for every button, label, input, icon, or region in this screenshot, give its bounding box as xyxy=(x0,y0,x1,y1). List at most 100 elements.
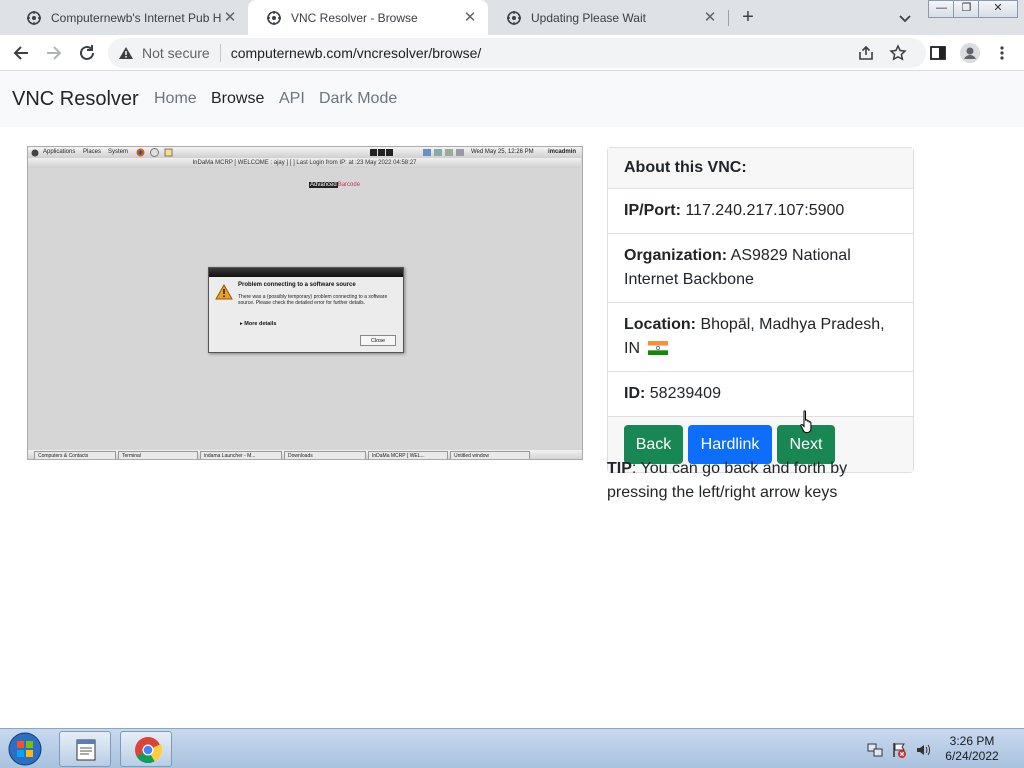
tab-vnc-resolver[interactable]: VNC Resolver - Browse ✕ xyxy=(248,0,488,35)
guest-top-panel: Applications Places System Wed May 25, 1… xyxy=(28,147,582,158)
gnome-foot-icon xyxy=(31,149,39,157)
not-secure-label[interactable]: Not secure xyxy=(142,45,210,61)
notepad-icon xyxy=(76,739,96,761)
volume-icon[interactable] xyxy=(915,742,931,758)
guest-error-dialog: Problem connecting to a software source … xyxy=(208,267,404,353)
guest-task: Downloads xyxy=(284,451,366,459)
taskbar-app-notepad[interactable] xyxy=(59,731,111,767)
card-header: About this VNC: xyxy=(608,148,913,189)
nav-dark-mode[interactable]: Dark Mode xyxy=(319,90,397,108)
share-icon[interactable] xyxy=(857,44,875,62)
close-window-button[interactable]: ✕ xyxy=(978,0,1018,18)
guest-dialog-more-details: ▸ More details xyxy=(240,321,277,327)
side-panel-icon[interactable] xyxy=(929,44,947,62)
url-text[interactable]: computernewb.com/vncresolver/browse/ xyxy=(231,45,482,61)
guest-user: imcadmin xyxy=(548,149,577,155)
nav-browse[interactable]: Browse xyxy=(211,90,264,108)
tab-title: VNC Resolver - Browse xyxy=(291,10,418,25)
tab-internet-pub-hub[interactable]: Computernewb's Internet Pub Hub ✕ xyxy=(8,0,248,35)
warning-icon xyxy=(215,284,233,300)
organization-row: Organization: AS9829 National Internet B… xyxy=(608,234,913,303)
guest-menu-system: System xyxy=(108,149,129,155)
id-value: 58239409 xyxy=(649,385,721,402)
guest-menu-applications: Applications xyxy=(43,149,76,155)
address-divider xyxy=(219,44,221,62)
network-icon[interactable] xyxy=(867,742,883,758)
guest-window-title: InDaMa MCRP [ WELCOME : ajay ] [ ] Last … xyxy=(28,158,581,168)
id-label: ID: xyxy=(624,385,646,402)
restore-button[interactable]: ❐ xyxy=(953,0,980,18)
minimize-button[interactable]: — xyxy=(928,0,955,18)
system-clock[interactable]: 3:26 PM 6/24/2022 xyxy=(930,734,1014,764)
guest-task: InDaMa MCRP [ WEL... xyxy=(368,451,448,459)
address-bar[interactable]: Not secure computernewb.com/vncresolver/… xyxy=(108,38,926,68)
guest-menu-places: Places xyxy=(83,149,102,155)
profile-avatar-icon[interactable] xyxy=(960,43,980,63)
guest-dialog-close-button: Close xyxy=(360,335,396,346)
guest-window: InDaMa MCRP [ WELCOME : ajay ] [ ] Last … xyxy=(28,158,581,450)
bookmark-star-icon[interactable] xyxy=(889,44,907,62)
help-icon xyxy=(150,148,159,157)
tip-label: TIP xyxy=(607,460,632,477)
guest-logo-advanced: Advanced xyxy=(309,182,338,188)
hand-pointer-cursor-icon xyxy=(800,410,812,433)
more-menu-icon[interactable] xyxy=(993,44,1011,62)
close-tab-icon[interactable]: ✕ xyxy=(462,9,478,26)
new-tab-button[interactable]: + xyxy=(736,6,760,30)
site-favicon-icon xyxy=(27,10,41,25)
notes-icon xyxy=(164,148,173,157)
tab-separator xyxy=(728,10,729,26)
location-label: Location: xyxy=(624,316,696,333)
system-tray-icon xyxy=(423,149,464,156)
organization-label: Organization: xyxy=(624,247,728,264)
windows-taskbar: 3:26 PM 6/24/2022 xyxy=(0,728,1024,768)
ip-port-label: IP/Port: xyxy=(624,202,681,219)
workspace-switcher-icon xyxy=(370,149,393,156)
action-center-flag-icon[interactable] xyxy=(891,742,907,758)
clock-time: 3:26 PM xyxy=(949,734,995,748)
windows-start-icon[interactable] xyxy=(5,731,45,767)
tab-search-chevron-icon[interactable] xyxy=(895,8,915,28)
guest-dialog-body: There was a (possibly temporary) problem… xyxy=(238,294,388,306)
close-tab-icon[interactable]: ✕ xyxy=(702,9,718,26)
ip-port-row: IP/Port: 117.240.217.107:5900 xyxy=(608,189,913,234)
india-flag-icon xyxy=(648,341,669,355)
guest-task: indama Launcher - M... xyxy=(200,451,282,459)
site-favicon-icon xyxy=(507,10,521,25)
tab-title: Updating Please Wait xyxy=(531,10,646,25)
vnc-info-card: About this VNC: IP/Port: 117.240.217.107… xyxy=(607,147,914,473)
clock-date: 6/24/2022 xyxy=(945,749,999,763)
guest-task: Terminal xyxy=(118,451,198,459)
guest-taskbar: Computers & Contacts Terminal indama Lau… xyxy=(28,450,582,459)
nav-api[interactable]: API xyxy=(279,90,305,108)
taskbar-app-chrome[interactable] xyxy=(120,731,172,767)
site-favicon-icon xyxy=(267,10,281,25)
tab-title: Computernewb's Internet Pub Hub xyxy=(51,10,222,25)
ip-port-value: 117.240.217.107:5900 xyxy=(685,202,845,219)
guest-dialog-heading: Problem connecting to a software source xyxy=(238,282,356,288)
tip-body: : You can go back and forth by pressing … xyxy=(607,460,848,501)
back-arrow-icon[interactable] xyxy=(10,42,32,64)
location-row: Location: Bhopāl, Madhya Pradesh, IN xyxy=(608,303,913,372)
site-navbar: VNC Resolver Home Browse API Dark Mode xyxy=(0,71,1024,127)
reload-icon[interactable] xyxy=(76,42,98,64)
guest-more-details-label: More details xyxy=(244,321,277,327)
warning-triangle-icon[interactable] xyxy=(118,45,134,61)
nav-home[interactable]: Home xyxy=(154,90,197,108)
id-row: ID: 58239409 xyxy=(608,372,913,417)
chrome-icon xyxy=(135,737,162,764)
tab-strip: Computernewb's Internet Pub Hub ✕ VNC Re… xyxy=(0,0,1024,35)
guest-task: Untitled window xyxy=(450,451,530,459)
forward-arrow-icon[interactable] xyxy=(43,42,65,64)
brand-logo[interactable]: VNC Resolver xyxy=(12,88,139,111)
firefox-icon xyxy=(136,148,145,157)
close-tab-icon[interactable]: ✕ xyxy=(222,9,238,26)
guest-app-logo: AdvancedBarcode xyxy=(309,181,360,190)
tip-text: TIP: You can go back and forth by pressi… xyxy=(607,457,907,505)
browser-toolbar: Not secure computernewb.com/vncresolver/… xyxy=(0,35,1024,71)
guest-task: Computers & Contacts xyxy=(34,451,116,459)
vnc-screenshot: Applications Places System Wed May 25, 1… xyxy=(27,146,583,460)
guest-dialog-titlebar xyxy=(209,268,403,277)
tab-updating[interactable]: Updating Please Wait ✕ xyxy=(488,0,728,35)
guest-logo-barcode: Barcode xyxy=(337,182,361,188)
